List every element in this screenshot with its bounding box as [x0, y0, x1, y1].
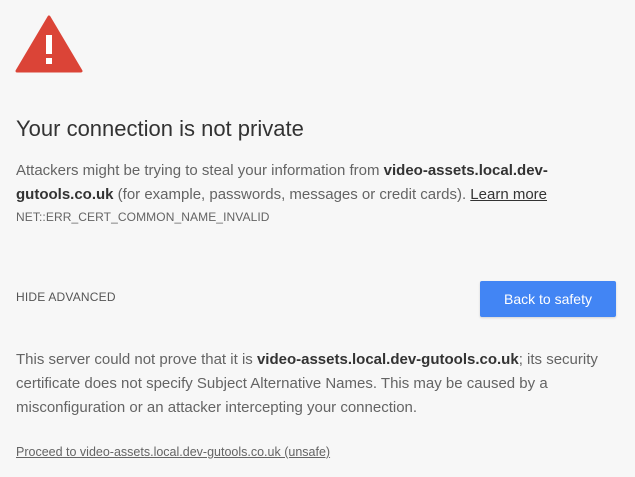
- back-to-safety-button[interactable]: Back to safety: [480, 281, 616, 317]
- details-message: This server could not prove that it is v…: [16, 348, 621, 420]
- error-code: NET::ERR_CERT_COMMON_NAME_INVALID: [16, 210, 270, 224]
- interstitial-page: Your connection is not private Attackers…: [0, 0, 635, 477]
- details-message-host: video-assets.local.dev-gutools.co.uk: [256, 351, 519, 368]
- learn-more-link[interactable]: Learn more: [470, 186, 547, 203]
- main-message-prefix: Attackers might be trying to steal your …: [16, 162, 384, 179]
- main-message-suffix: (for example, passwords, messages or cre…: [113, 186, 471, 203]
- details-message-prefix: This server could not prove that it is: [16, 351, 257, 368]
- main-message: Attackers might be trying to steal your …: [16, 159, 616, 207]
- hide-advanced-button[interactable]: HIDE ADVANCED: [16, 290, 116, 304]
- proceed-unsafe-link[interactable]: Proceed to video-assets.local.dev-gutool…: [16, 445, 330, 459]
- page-title: Your connection is not private: [16, 116, 304, 141]
- warning-triangle-icon: [15, 15, 83, 73]
